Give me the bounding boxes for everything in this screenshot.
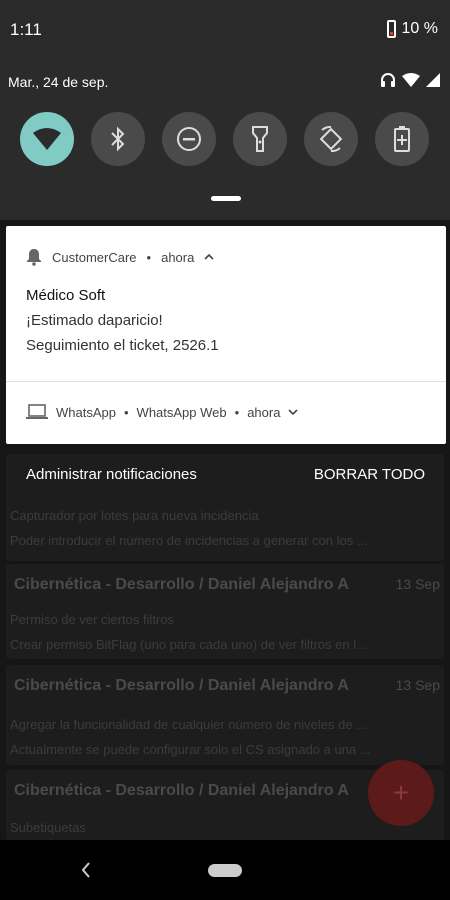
clock: 1:11	[10, 20, 42, 39]
navigation-bar	[0, 840, 450, 900]
flashlight-icon	[252, 126, 268, 152]
auto-rotate-icon	[319, 125, 343, 153]
battery-saver-icon	[394, 126, 410, 152]
bg-card-title: Cibernética - Desarrollo / Daniel Alejan…	[14, 782, 349, 799]
home-button[interactable]	[208, 864, 242, 877]
bg-card-line: Subetiquetas	[10, 820, 86, 835]
add-icon: +	[392, 777, 410, 808]
bluetooth-icon	[111, 126, 125, 152]
bell-icon	[27, 249, 41, 266]
manage-notifications-button[interactable]: Administrar notificaciones	[26, 466, 197, 483]
bg-card: Cibernética - Desarrollo / Daniel Alejan…	[6, 564, 444, 659]
laptop-icon	[26, 404, 48, 419]
notification-card[interactable]: CustomerCare • ahora Médico Soft ¡Estima…	[6, 226, 446, 444]
add-fab-button[interactable]: +	[368, 760, 434, 826]
notification-header: CustomerCare • ahora	[26, 248, 214, 266]
wifi-status-icon	[402, 73, 420, 87]
wifi-icon	[33, 128, 61, 150]
whatsapp-notification-header[interactable]: WhatsApp • WhatsApp Web • ahora	[26, 404, 299, 420]
bg-card-date: 13 Sep	[395, 677, 440, 693]
battery-icon	[386, 20, 396, 38]
bg-card-title: Cibernética - Desarrollo / Daniel Alejan…	[14, 677, 349, 694]
do-not-disturb-icon	[177, 127, 201, 151]
divider	[6, 381, 446, 382]
auto-rotate-tile[interactable]	[304, 112, 358, 166]
signal-icon	[426, 73, 440, 87]
battery-saver-tile[interactable]	[375, 112, 429, 166]
flashlight-tile[interactable]	[233, 112, 287, 166]
notification-subtext: WhatsApp Web	[136, 404, 227, 420]
notification-text-line: ¡Estimado daparicio!	[26, 312, 163, 329]
bg-card-line: Agregar la funcionalidad de cualquier nú…	[10, 717, 368, 732]
bg-card-line: Capturador por lotes para nueva incidenc…	[10, 508, 259, 523]
bg-card-date: 13 Sep	[395, 576, 440, 592]
clear-all-button[interactable]: BORRAR TODO	[314, 466, 425, 483]
bg-card-line: Crear permiso BitFlag (uno para cada uno…	[10, 637, 367, 652]
bg-card-line: Permiso de ver ciertos filtros	[10, 612, 174, 627]
notification-app-name: WhatsApp	[56, 404, 116, 420]
notification-time: ahora	[161, 249, 195, 265]
quick-settings-panel: Mar., 24 de sep.	[0, 60, 450, 220]
notification-text-line: Seguimiento el ticket, 2526.1	[26, 337, 219, 354]
notification-app-name: CustomerCare	[52, 249, 137, 265]
battery-percent: 10 %	[401, 20, 438, 37]
bg-card-title: Cibernética - Desarrollo / Daniel Alejan…	[14, 576, 349, 593]
notification-time: ahora	[247, 404, 281, 420]
battery-status: 10 %	[386, 20, 438, 38]
back-icon[interactable]	[80, 861, 92, 879]
separator-dot: •	[234, 404, 240, 420]
drag-handle[interactable]	[211, 196, 241, 201]
bg-card-line: Actualmente se puede configurar solo el …	[10, 742, 371, 757]
bluetooth-tile[interactable]	[91, 112, 145, 166]
wifi-tile[interactable]	[20, 112, 74, 166]
status-bar: 1:11 10 %	[0, 0, 450, 60]
chevron-up-icon[interactable]	[204, 253, 214, 261]
separator-dot: •	[123, 404, 129, 420]
bg-card: Cibernética - Desarrollo / Daniel Alejan…	[6, 665, 444, 765]
headphones-icon	[381, 73, 395, 87]
qs-date: Mar., 24 de sep.	[8, 74, 109, 90]
do-not-disturb-tile[interactable]	[162, 112, 216, 166]
notification-title: Médico Soft	[26, 287, 106, 304]
separator-dot: •	[146, 249, 152, 265]
qs-status-icons	[380, 72, 440, 88]
qs-tiles	[20, 112, 429, 166]
chevron-down-icon[interactable]	[288, 408, 299, 416]
bg-card-line: Poder introducir el número de incidencia…	[10, 533, 368, 548]
